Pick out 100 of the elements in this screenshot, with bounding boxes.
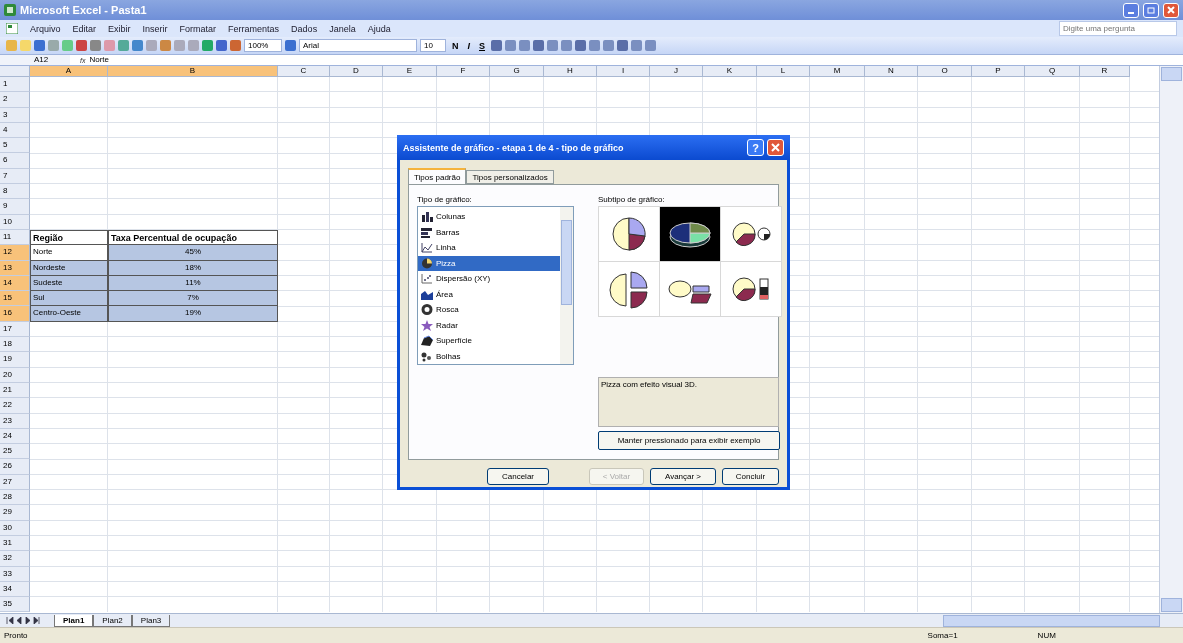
toolbar-icon[interactable] [76, 40, 87, 51]
font-size-field[interactable]: 10 [420, 39, 446, 52]
chart-subtype-option[interactable] [660, 262, 720, 316]
toolbar-icon[interactable] [645, 40, 657, 51]
column-header[interactable]: K [703, 66, 757, 77]
dialog-button[interactable]: Avançar > [650, 468, 716, 485]
column-header[interactable]: D [330, 66, 383, 77]
toolbar-icon[interactable] [603, 40, 615, 51]
chart-type-item[interactable]: Radar [418, 317, 560, 333]
column-header[interactable]: C [278, 66, 330, 77]
close-button[interactable] [1163, 2, 1179, 18]
column-header[interactable]: H [544, 66, 597, 77]
toolbar-icon[interactable] [118, 40, 129, 51]
row-header[interactable]: 25 [0, 444, 30, 460]
toolbar-icon[interactable] [547, 40, 559, 51]
format-button[interactable]: S [476, 40, 489, 51]
row-header[interactable]: 32 [0, 551, 30, 567]
row-header[interactable]: 19 [0, 352, 30, 368]
toolbar-icon[interactable] [132, 40, 143, 51]
toolbar-icon[interactable] [589, 40, 601, 51]
menu-item[interactable]: Dados [291, 23, 318, 34]
column-header[interactable]: P [972, 66, 1025, 77]
chart-type-item[interactable]: Área [418, 286, 560, 302]
toolbar-icon[interactable] [575, 40, 587, 51]
column-header[interactable]: F [437, 66, 490, 77]
chart-type-item[interactable]: Dispersão (XY) [418, 271, 560, 287]
row-header[interactable]: 9 [0, 199, 30, 215]
list-scrollbar[interactable] [560, 207, 573, 364]
row-header[interactable]: 6 [0, 153, 30, 169]
chart-type-item[interactable]: Linha [418, 240, 560, 256]
menu-item[interactable]: Ajuda [367, 23, 391, 34]
dialog-tab[interactable]: Tipos personalizados [466, 170, 554, 184]
menu-item[interactable]: Inserir [142, 23, 168, 34]
column-header[interactable]: A [30, 66, 108, 77]
select-all-corner[interactable] [0, 66, 30, 77]
row-header[interactable]: 12 [0, 245, 30, 261]
row-header[interactable]: 1 [0, 77, 30, 93]
column-header[interactable]: E [383, 66, 437, 77]
chart-type-item[interactable]: Superfície [418, 333, 560, 349]
name-box[interactable]: A12 [0, 55, 70, 65]
vertical-scrollbar[interactable] [1159, 66, 1183, 613]
dialog-tab[interactable]: Tipos padrão [408, 168, 467, 184]
toolbar-icon[interactable] [202, 40, 213, 51]
dialog-button[interactable]: Cancelar [487, 468, 549, 485]
menu-item[interactable]: Ferramentas [228, 23, 280, 34]
toolbar-icon[interactable] [216, 40, 227, 51]
row-header[interactable]: 2 [0, 92, 30, 108]
toolbar-icon[interactable] [230, 40, 241, 51]
toolbar-icon[interactable] [505, 40, 517, 51]
sheet-tab[interactable]: Plan2 [93, 614, 132, 627]
column-header[interactable]: O [918, 66, 972, 77]
row-header[interactable]: 5 [0, 138, 30, 154]
toolbar-icon[interactable] [519, 40, 531, 51]
chart-type-item[interactable]: Colunas [418, 209, 560, 225]
column-header[interactable]: M [810, 66, 865, 77]
help-button[interactable]: ? [747, 139, 764, 156]
chart-type-item[interactable]: Rosca [418, 302, 560, 318]
chart-subtype-option[interactable] [721, 207, 781, 261]
dialog-button[interactable]: Concluir [722, 468, 779, 485]
format-button[interactable]: I [464, 40, 473, 51]
row-header[interactable]: 18 [0, 337, 30, 353]
toolbar-icon[interactable] [491, 40, 503, 51]
toolbar-icon[interactable] [160, 40, 171, 51]
zoom-field[interactable]: 100% [244, 39, 282, 52]
column-header[interactable]: N [865, 66, 918, 77]
chart-subtype-option[interactable] [660, 207, 720, 261]
help-search-field[interactable]: Digite uma pergunta [1059, 21, 1177, 36]
menu-item[interactable]: Arquivo [30, 23, 61, 34]
row-header[interactable]: 26 [0, 459, 30, 475]
chart-type-item[interactable]: Barras [418, 224, 560, 240]
workbook-icon[interactable] [6, 23, 18, 34]
sheet-tab[interactable]: Plan3 [131, 614, 171, 627]
row-header[interactable]: 8 [0, 184, 30, 200]
chart-type-item[interactable]: Pizza [418, 255, 560, 271]
toolbar-icon[interactable] [533, 40, 545, 51]
format-button[interactable]: N [449, 40, 462, 51]
restore-button[interactable] [1143, 2, 1159, 18]
chart-subtype-option[interactable] [721, 262, 781, 316]
chart-type-item[interactable]: Bolhas [418, 348, 560, 364]
chart-subtype-option[interactable] [599, 207, 659, 261]
preview-button[interactable]: Manter pressionado para exibir exemplo [598, 431, 780, 450]
column-header[interactable]: B [108, 66, 278, 77]
toolbar-icon[interactable] [34, 40, 45, 51]
sheet-tab[interactable]: Plan1 [54, 614, 94, 627]
column-header[interactable]: R [1080, 66, 1130, 77]
horizontal-scrollbar[interactable] [943, 614, 1160, 627]
menu-item[interactable]: Formatar [179, 23, 217, 34]
toolbar-icon[interactable] [561, 40, 573, 51]
toolbar-icon[interactable] [631, 40, 643, 51]
font-field[interactable]: Arial [299, 39, 417, 52]
minimize-button[interactable] [1123, 2, 1139, 18]
menu-item[interactable]: Editar [72, 23, 97, 34]
row-header[interactable]: 15 [0, 291, 30, 307]
menu-item[interactable]: Exibir [108, 23, 131, 34]
column-header[interactable]: J [650, 66, 703, 77]
toolbar-icon[interactable] [90, 40, 101, 51]
toolbar-icon[interactable] [617, 40, 629, 51]
column-header[interactable]: L [757, 66, 810, 77]
menu-item[interactable]: Janela [329, 23, 356, 34]
formula-value[interactable]: Norte [89, 55, 109, 65]
